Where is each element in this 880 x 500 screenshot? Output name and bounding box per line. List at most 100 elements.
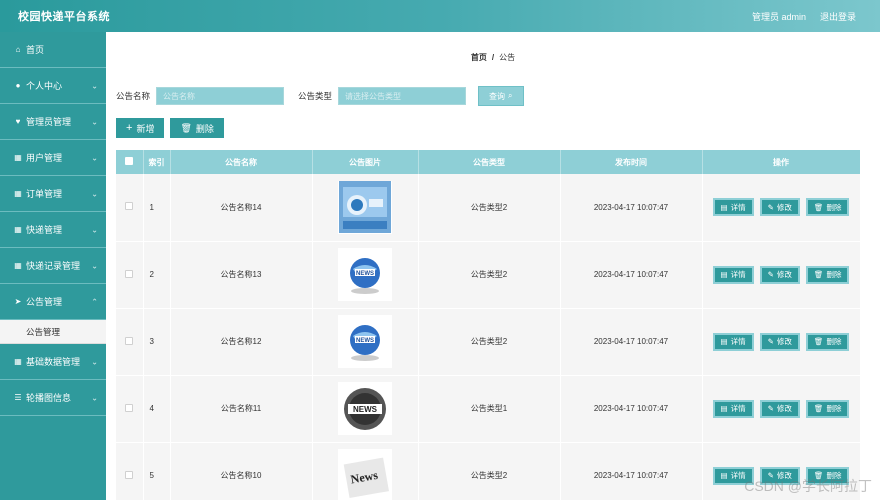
row-actions: ▤ 详情 ✎ 修改 🗑︎ 删除 xyxy=(702,308,860,375)
breadcrumb-separator: / xyxy=(491,53,495,62)
sidebar-item-label: 个人中心 xyxy=(26,81,63,91)
table-header-row: 索引 公告名称 公告图片 公告类型 发布时间 操作 xyxy=(116,150,860,174)
sidebar-item-label: 轮播图信息 xyxy=(26,393,72,403)
notice-image-cell: NEWS xyxy=(312,241,419,308)
notice-thumbnail: NEWS xyxy=(338,315,392,368)
chevron-down-icon: ⌄ xyxy=(91,117,98,126)
row-select-cell[interactable] xyxy=(116,241,144,308)
pencil-icon: ✎ xyxy=(767,202,774,212)
notice-table: 索引 公告名称 公告图片 公告类型 发布时间 操作 1 公告名称14 公告类型2 20… xyxy=(116,150,860,500)
row-checkbox[interactable] xyxy=(125,202,134,211)
delete-label: 删除 xyxy=(826,202,842,212)
publish-time-cell: 2023-04-17 10:07:47 xyxy=(560,174,703,241)
edit-button[interactable]: ✎ 修改 xyxy=(759,399,800,418)
sidebar-item-profile[interactable]: ● 个人中心 ⌄ xyxy=(0,68,106,104)
table-row: 5 公告名称10 News 公告类型2 2023-04-17 10:07:47 ▤ 详情 ✎ 修… xyxy=(116,442,860,500)
delete-label: 删除 xyxy=(826,270,842,279)
select-all-checkbox[interactable] xyxy=(125,157,134,165)
row-select-cell[interactable] xyxy=(116,308,144,375)
notice-type-select[interactable] xyxy=(338,87,467,105)
chevron-down-icon: ⌄ xyxy=(91,189,98,198)
chevron-down-icon: ⌄ xyxy=(91,261,98,270)
sidebar-item-express-records[interactable]: ▦ 快递记录管理 ⌄ xyxy=(0,248,106,284)
chevron-down-icon: ⌄ xyxy=(91,393,98,402)
row-index: 3 xyxy=(143,308,171,375)
top-header: 校园快递平台系统 管理员 admin 退出登录 xyxy=(0,0,880,32)
row-checkbox[interactable] xyxy=(125,470,134,479)
table-row: 4 公告名称11 NEWS 公告类型1 2023-04-17 10:07:47 ▤ 详情 ✎ 修… xyxy=(116,375,860,442)
edit-button[interactable]: ✎ 修改 xyxy=(759,198,800,217)
sidebar-item-basic-data[interactable]: ▦ 基础数据管理 ⌄ xyxy=(0,344,106,380)
notice-type-cell: 公告类型2 xyxy=(418,174,561,241)
edit-button[interactable]: ✎ 修改 xyxy=(759,332,800,351)
sidebar-item-carousel[interactable]: ☰ 轮播图信息 ⌄ xyxy=(0,380,106,416)
sliders-icon: ☰ xyxy=(14,393,22,402)
row-checkbox[interactable] xyxy=(125,336,134,345)
sidebar-item-notices[interactable]: ➤ 公告管理 ⌃ xyxy=(0,284,106,320)
row-checkbox[interactable] xyxy=(125,403,134,412)
sidebar-item-users[interactable]: ▦ 用户管理 ⌄ xyxy=(0,140,106,176)
logout-link[interactable]: 退出登录 xyxy=(820,10,856,23)
grid-icon: ▦ xyxy=(14,357,22,366)
header-select-all[interactable] xyxy=(116,150,144,174)
chevron-down-icon: ⌄ xyxy=(91,357,98,366)
chevron-up-icon: ⌃ xyxy=(91,297,98,306)
row-index: 1 xyxy=(143,174,171,241)
publish-time-cell: 2023-04-17 10:07:47 xyxy=(560,241,703,308)
chevron-down-icon: ⌄ xyxy=(91,153,98,162)
detail-button[interactable]: ▤ 详情 xyxy=(712,399,754,418)
row-delete-button[interactable]: 🗑︎ 删除 xyxy=(805,265,850,284)
notice-thumbnail: News xyxy=(338,449,392,500)
detail-label: 详情 xyxy=(730,404,746,413)
notice-type-cell: 公告类型2 xyxy=(418,442,561,500)
sidebar-item-label: 用户管理 xyxy=(26,153,63,163)
detail-button[interactable]: ▤ 详情 xyxy=(712,198,754,217)
sidebar-subitem-notice-manage[interactable]: 公告管理 xyxy=(0,320,106,344)
sidebar-item-admins[interactable]: ♥ 管理员管理 ⌄ xyxy=(0,104,106,140)
app-title: 校园快递平台系统 xyxy=(18,11,110,23)
edit-button[interactable]: ✎ 修改 xyxy=(759,466,800,485)
row-select-cell[interactable] xyxy=(116,442,144,500)
detail-button[interactable]: ▤ 详情 xyxy=(712,265,754,284)
breadcrumb-home[interactable]: 首页 xyxy=(471,53,487,62)
user-icon: ● xyxy=(15,81,21,90)
sidebar-item-express[interactable]: ▦ 快递管理 ⌄ xyxy=(0,212,106,248)
pencil-icon: ✎ xyxy=(767,270,774,279)
delete-label: 删除 xyxy=(826,471,842,480)
row-actions: ▤ 详情 ✎ 修改 🗑︎ 删除 xyxy=(702,442,860,500)
sidebar-item-label: 管理员管理 xyxy=(26,117,72,127)
row-checkbox[interactable] xyxy=(125,269,134,278)
detail-button[interactable]: ▤ 详情 xyxy=(712,332,754,351)
grid-icon: ▦ xyxy=(14,189,22,198)
sidebar-item-home[interactable]: ⌂ 首页 xyxy=(0,32,106,68)
column-header: 操作 xyxy=(702,150,860,174)
query-button[interactable]: 查询 ⌕ xyxy=(478,86,524,106)
edit-label: 修改 xyxy=(776,202,792,212)
add-button[interactable]: + 新增 xyxy=(116,118,165,138)
detail-button[interactable]: ▤ 详情 xyxy=(712,466,754,485)
row-delete-button[interactable]: 🗑︎ 删除 xyxy=(805,332,850,351)
row-select-cell[interactable] xyxy=(116,174,144,241)
notice-thumbnail: NEWS xyxy=(338,248,392,301)
detail-label: 详情 xyxy=(730,337,746,346)
row-actions: ▤ 详情 ✎ 修改 🗑︎ 删除 xyxy=(702,174,860,241)
notice-name-cell: 公告名称10 xyxy=(170,442,313,500)
row-delete-button[interactable]: 🗑︎ 删除 xyxy=(805,399,850,418)
notice-name-input[interactable] xyxy=(156,87,285,105)
document-icon: ▤ xyxy=(720,202,728,212)
table-row: 1 公告名称14 公告类型2 2023-04-17 10:07:47 ▤ 详情 ✎ 修改 🗑︎ 删… xyxy=(116,174,860,241)
row-select-cell[interactable] xyxy=(116,375,144,442)
row-delete-button[interactable]: 🗑︎ 删除 xyxy=(805,466,850,485)
document-icon: ▤ xyxy=(720,471,728,480)
column-header: 公告类型 xyxy=(418,150,561,174)
notice-thumbnail xyxy=(338,180,392,234)
row-delete-button[interactable]: 🗑︎ 删除 xyxy=(805,198,850,217)
notice-image-cell: News xyxy=(312,442,419,500)
delete-button[interactable]: 🗑︎ 删除 xyxy=(170,118,224,138)
edit-label: 修改 xyxy=(776,404,792,413)
grid-icon: ▦ xyxy=(14,153,22,162)
edit-button[interactable]: ✎ 修改 xyxy=(759,265,800,284)
sidebar-item-orders[interactable]: ▦ 订单管理 ⌄ xyxy=(0,176,106,212)
trash-icon: 🗑︎ xyxy=(813,404,824,413)
publish-time-cell: 2023-04-17 10:07:47 xyxy=(560,375,703,442)
